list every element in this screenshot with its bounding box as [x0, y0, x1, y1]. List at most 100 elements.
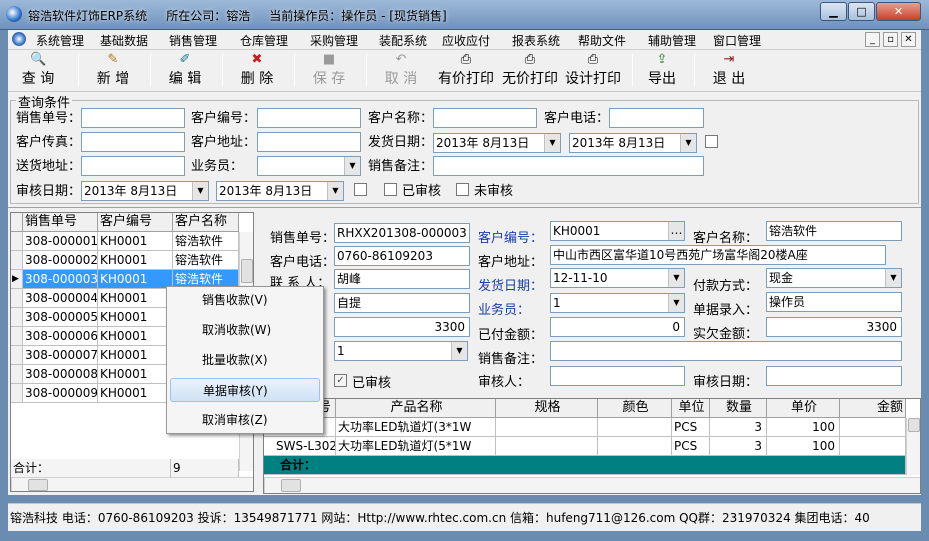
- row-indicator[interactable]: [11, 365, 23, 384]
- table-row-cell[interactable]: PCS: [672, 418, 710, 437]
- row-indicator[interactable]: [11, 384, 23, 403]
- table-row-cell[interactable]: 大功率LED轨道灯(3*1W: [336, 418, 496, 437]
- horizontal-scrollbar[interactable]: [11, 477, 253, 491]
- detail-delivery-input[interactable]: 自提: [334, 293, 470, 313]
- chevron-down-icon[interactable]: ▼: [192, 182, 208, 200]
- table-row-cell[interactable]: 308-000007: [23, 346, 98, 365]
- mdi-restore-button[interactable]: ▫: [883, 32, 898, 47]
- cust-phone-input[interactable]: [609, 108, 704, 128]
- table-row-cell[interactable]: SWS-L3023-1: [264, 437, 336, 456]
- audited-checkbox[interactable]: [384, 183, 397, 196]
- col-header-spec[interactable]: 规格: [496, 399, 598, 418]
- menu-aux[interactable]: 辅助管理: [648, 32, 696, 49]
- lookup-icon[interactable]: …: [668, 222, 684, 240]
- maximize-button[interactable]: □: [848, 2, 875, 21]
- row-indicator[interactable]: [11, 308, 23, 327]
- cancel-button[interactable]: ↶ 取 消: [376, 52, 426, 90]
- chevron-down-icon[interactable]: ▼: [885, 269, 901, 287]
- sales-no-input[interactable]: [81, 108, 185, 128]
- detail-pay-select[interactable]: 现金 ▼: [766, 268, 902, 288]
- menu-assembly[interactable]: 装配系统: [379, 32, 427, 49]
- audit-date-checkbox[interactable]: [354, 183, 367, 196]
- cust-name-input[interactable]: [433, 108, 537, 128]
- col-header-color[interactable]: 颜色: [598, 399, 672, 418]
- menu-purchase[interactable]: 采购管理: [310, 32, 358, 49]
- deliver-addr-input[interactable]: [81, 156, 185, 176]
- table-row-cell[interactable]: KH0001: [98, 251, 173, 270]
- cust-addr-input[interactable]: [257, 132, 361, 152]
- table-row-cell[interactable]: KH0001: [98, 384, 173, 403]
- detail-cust-name-input[interactable]: 镕浩软件: [766, 221, 902, 241]
- row-indicator[interactable]: [11, 232, 23, 251]
- menu-item-audit[interactable]: 单据审核(Y): [170, 378, 320, 402]
- add-button[interactable]: ✎ 新 增: [88, 52, 138, 90]
- price-print-button[interactable]: ⎙ 有价打印: [436, 52, 496, 90]
- detail-amount-input[interactable]: 3300: [334, 317, 470, 337]
- table-row-cell[interactable]: [598, 437, 672, 456]
- row-indicator[interactable]: ▶: [11, 270, 23, 289]
- table-row-cell[interactable]: 大功率LED轨道灯(5*1W: [336, 437, 496, 456]
- table-row-cell[interactable]: 3: [710, 418, 767, 437]
- detail-contact-input[interactable]: 胡峰: [334, 269, 470, 289]
- table-row-cell[interactable]: 100: [767, 437, 840, 456]
- detail-owed-input[interactable]: 3300: [766, 317, 902, 337]
- menu-help[interactable]: 帮助文件: [578, 32, 626, 49]
- sales-note-input[interactable]: [433, 156, 704, 176]
- col-header-sales-no[interactable]: 销售单号: [23, 213, 98, 232]
- chevron-down-icon[interactable]: ▼: [544, 134, 560, 152]
- cust-no-input[interactable]: [257, 108, 361, 128]
- chevron-down-icon[interactable]: ▼: [680, 134, 696, 152]
- ship-date-to-picker[interactable]: 2013年 8月13日 ▼: [569, 133, 697, 153]
- menu-item-sales-receipt[interactable]: 销售收款(V): [170, 288, 320, 312]
- col-header-cust-no[interactable]: 客户编号: [98, 213, 173, 232]
- scroll-thumb[interactable]: [281, 479, 301, 492]
- table-row-cell[interactable]: PCS: [672, 437, 710, 456]
- detail-dropdown[interactable]: 1 ▼: [334, 341, 468, 361]
- row-indicator[interactable]: [11, 251, 23, 270]
- table-row-cell[interactable]: 308-000004: [23, 289, 98, 308]
- table-row-cell[interactable]: [840, 437, 906, 456]
- menu-item-batch-receipt[interactable]: 批量收款(X): [170, 348, 320, 372]
- minimize-button[interactable]: ▁: [820, 2, 847, 21]
- chevron-down-icon[interactable]: ▼: [668, 269, 684, 287]
- audit-date-from-picker[interactable]: 2013年 8月13日 ▼: [81, 181, 209, 201]
- detail-cust-phone-input[interactable]: 0760-86109203: [334, 246, 470, 266]
- ship-date-checkbox[interactable]: [705, 135, 718, 148]
- table-row-cell[interactable]: KH0001: [98, 327, 173, 346]
- table-row-cell[interactable]: 100: [767, 418, 840, 437]
- detail-audit-date-input[interactable]: [766, 366, 902, 386]
- menu-item-cancel-receipt[interactable]: 取消收款(W): [170, 318, 320, 342]
- detail-auditor-input[interactable]: [550, 366, 685, 386]
- export-button[interactable]: ⇪ 导出: [642, 52, 682, 90]
- table-row-cell[interactable]: 308-000002: [23, 251, 98, 270]
- detail-horizontal-scrollbar[interactable]: [264, 477, 920, 493]
- row-indicator[interactable]: [11, 346, 23, 365]
- salesman-select[interactable]: ▼: [257, 156, 361, 176]
- table-row-cell[interactable]: [840, 418, 906, 437]
- cust-fax-input[interactable]: [81, 132, 185, 152]
- detail-paid-input[interactable]: 0: [550, 317, 685, 337]
- col-header-unit[interactable]: 单位: [672, 399, 710, 418]
- table-row-cell[interactable]: KH0001: [98, 232, 173, 251]
- scroll-thumb[interactable]: [241, 259, 253, 283]
- col-header-product-name[interactable]: 产品名称: [336, 399, 496, 418]
- query-button[interactable]: 🔍 查 询: [14, 52, 62, 90]
- menu-system[interactable]: 系统管理: [36, 32, 84, 49]
- menu-window[interactable]: 窗口管理: [713, 32, 761, 49]
- menu-basic-data[interactable]: 基础数据: [100, 32, 148, 49]
- mdi-close-button[interactable]: ✕: [901, 32, 916, 47]
- table-row-cell[interactable]: [598, 418, 672, 437]
- chevron-down-icon[interactable]: ▼: [327, 182, 343, 200]
- chevron-down-icon[interactable]: ▼: [451, 342, 467, 360]
- exit-button[interactable]: ⇥ 退 出: [704, 52, 754, 90]
- table-row-cell[interactable]: 308-000005: [23, 308, 98, 327]
- menu-sales[interactable]: 销售管理: [169, 32, 217, 49]
- table-row-cell[interactable]: 308-000001: [23, 232, 98, 251]
- detail-audited-checkbox[interactable]: ✓: [334, 374, 347, 387]
- table-row-cell[interactable]: 3: [710, 437, 767, 456]
- table-row-cell[interactable]: KH0001: [98, 365, 173, 384]
- chevron-down-icon[interactable]: ▼: [344, 157, 360, 175]
- table-row-cell[interactable]: KH0001: [98, 270, 173, 289]
- col-header-price[interactable]: 单价: [767, 399, 840, 418]
- save-button[interactable]: ■ 保 存: [304, 52, 354, 90]
